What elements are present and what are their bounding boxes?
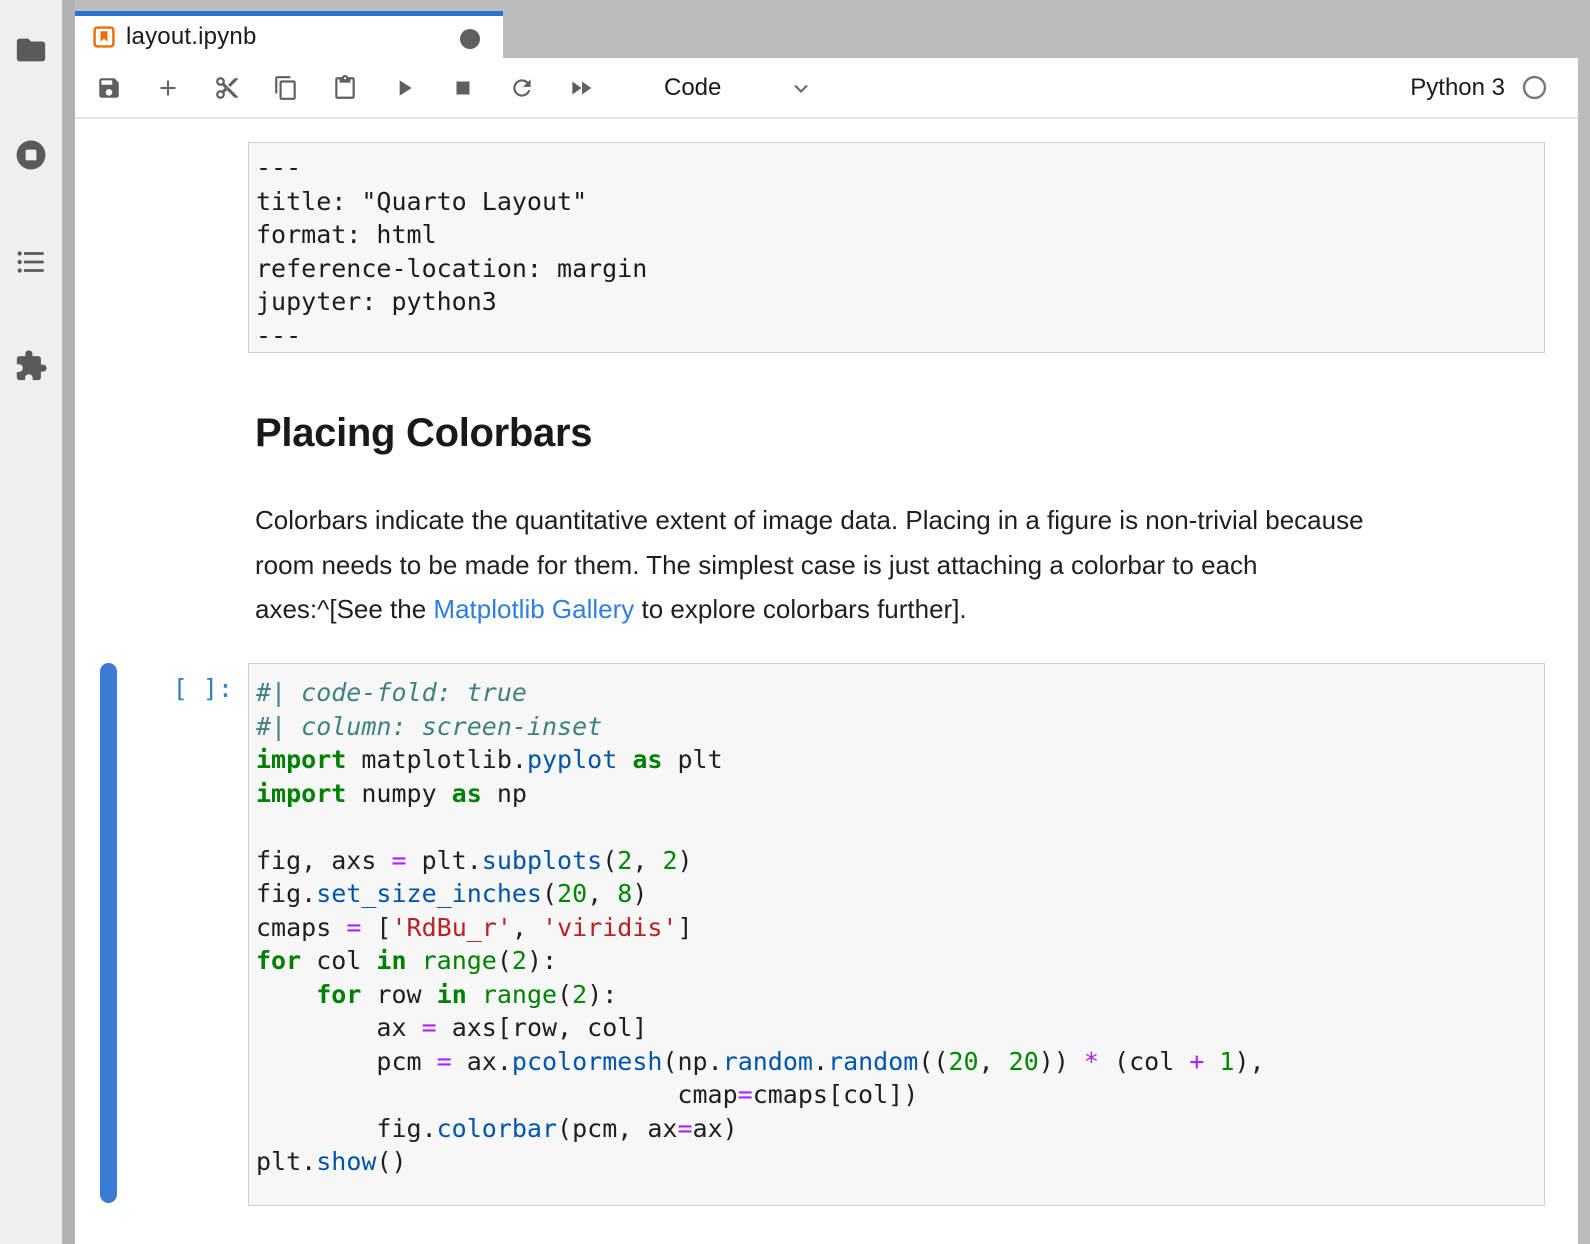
cut-cells-button[interactable]: [214, 75, 240, 101]
copy-cells-button[interactable]: [273, 75, 299, 101]
notebook-panel: --- title: "Quarto Layout" format: html …: [75, 119, 1578, 1244]
markdown-paragraph: Colorbars indicate the quantitative exte…: [255, 498, 1364, 632]
activity-sidebar: [0, 0, 62, 1244]
tab-title: layout.ipynb: [126, 23, 257, 51]
restart-kernel-button[interactable]: [509, 75, 535, 101]
tab-bar: layout.ipynb: [75, 0, 1578, 58]
code-line: cmap=cmaps[col]): [256, 1078, 1534, 1112]
save-button[interactable]: [96, 75, 122, 101]
kernel-switcher[interactable]: Python 3: [1410, 74, 1548, 102]
unsaved-changes-dot[interactable]: [460, 29, 480, 49]
play-icon: [391, 75, 417, 101]
sidebar-divider[interactable]: [62, 0, 75, 1244]
paragraph-text: Colorbars indicate the quantitative exte…: [255, 505, 1364, 535]
running-kernels-tab[interactable]: [14, 138, 48, 172]
paragraph-text: to explore colorbars further].: [634, 594, 966, 624]
code-line: fig, axs = plt.subplots(2, 2): [256, 844, 1534, 878]
run-cell-button[interactable]: [391, 75, 417, 101]
code-line: #| column: screen-inset: [256, 710, 1534, 744]
code-line: for col in range(2):: [256, 944, 1534, 978]
kernel-name: Python 3: [1410, 74, 1505, 102]
notebook-icon: [92, 25, 116, 49]
code-line: #| code-fold: true: [256, 676, 1534, 710]
tab-layout-ipynb[interactable]: layout.ipynb: [75, 11, 503, 58]
fast-forward-icon: [568, 75, 594, 101]
chevron-down-icon: [789, 76, 813, 100]
scissors-icon: [214, 75, 240, 101]
cell-input-prompt: [ ]:: [158, 674, 233, 703]
main-area: layout.ipynb: [75, 0, 1578, 1244]
table-of-contents-tab[interactable]: [14, 245, 48, 279]
code-line: import numpy as np: [256, 777, 1534, 811]
plus-icon: [155, 75, 181, 101]
raw-cell-source: --- title: "Quarto Layout" format: html …: [256, 151, 1532, 352]
code-line: [256, 810, 1534, 844]
cell-type-value: Code: [664, 74, 721, 102]
puzzle-icon: [14, 349, 48, 383]
active-cell-collapser[interactable]: [100, 663, 117, 1203]
list-icon: [14, 245, 48, 279]
paste-cells-button[interactable]: [332, 75, 358, 101]
stop-circle-icon: [14, 138, 48, 172]
markdown-heading: Placing Colorbars: [255, 411, 592, 456]
code-line: import matplotlib.pyplot as plt: [256, 743, 1534, 777]
code-line: pcm = ax.pcolormesh(np.random.random((20…: [256, 1045, 1534, 1079]
restart-run-all-button[interactable]: [568, 75, 594, 101]
cell-type-dropdown[interactable]: Code: [664, 74, 813, 102]
raw-cell[interactable]: --- title: "Quarto Layout" format: html …: [248, 142, 1545, 353]
notebook-toolbar: Code Python 3: [75, 58, 1578, 119]
stop-icon: [450, 75, 476, 101]
file-browser-tab[interactable]: [14, 33, 48, 67]
code-line: fig.set_size_inches(20, 8): [256, 877, 1534, 911]
code-line: ax = axs[row, col]: [256, 1011, 1534, 1045]
code-line: for row in range(2):: [256, 978, 1534, 1012]
window-right-margin: [1578, 0, 1590, 1244]
code-line: fig.colorbar(pcm, ax=ax): [256, 1112, 1534, 1146]
code-line: cmaps = ['RdBu_r', 'viridis']: [256, 911, 1534, 945]
kernel-status-icon: [1521, 74, 1548, 101]
clipboard-icon: [332, 75, 358, 101]
code-line: plt.show(): [256, 1145, 1534, 1179]
matplotlib-gallery-link[interactable]: Matplotlib Gallery: [433, 594, 634, 624]
save-icon: [96, 75, 122, 101]
interrupt-kernel-button[interactable]: [450, 75, 476, 101]
insert-cell-button[interactable]: [155, 75, 181, 101]
folder-icon: [14, 33, 48, 67]
extension-manager-tab[interactable]: [14, 349, 48, 383]
jupyterlab-window: layout.ipynb: [0, 0, 1590, 1244]
copy-icon: [273, 75, 299, 101]
paragraph-text: room needs to be made for them. The simp…: [255, 550, 1258, 580]
paragraph-text: axes:^[See the: [255, 594, 433, 624]
restart-icon: [509, 75, 535, 101]
code-editor[interactable]: #| code-fold: true#| column: screen-inse…: [248, 663, 1545, 1206]
